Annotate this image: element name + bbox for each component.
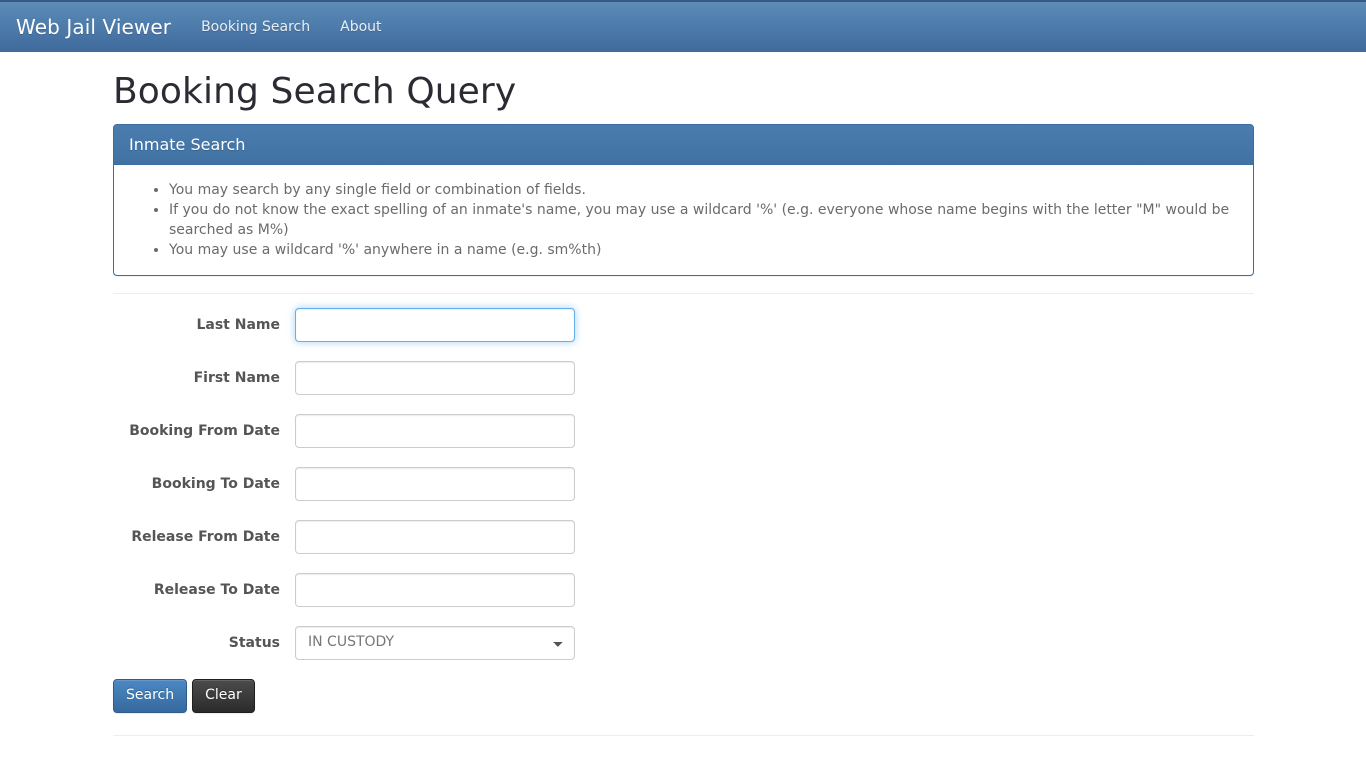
panel-title: Inmate Search: [129, 134, 246, 154]
label-first-name: First Name: [193, 369, 280, 386]
label-release-to-date: Release To Date: [153, 581, 280, 598]
field-wrapper-first-name: [295, 360, 575, 395]
nav-item-booking-search[interactable]: Booking Search: [186, 2, 325, 52]
nav-item-about[interactable]: About: [325, 2, 396, 52]
release-to-date-input[interactable]: [295, 572, 575, 607]
page-container: Booking Search Query Inmate Search You m…: [98, 72, 1268, 736]
nav-link-about[interactable]: About: [325, 2, 396, 52]
list-item: You may use a wildcard '%' anywhere in a…: [169, 240, 1238, 260]
divider-top: [113, 292, 1254, 294]
list-item: You may search by any single field or co…: [169, 180, 1238, 200]
nav-link-booking-search[interactable]: Booking Search: [186, 2, 325, 52]
divider-bottom: [113, 734, 1254, 736]
panel-heading: Inmate Search: [114, 124, 1253, 165]
release-from-date-input[interactable]: [295, 519, 575, 554]
last-name-input[interactable]: [295, 307, 575, 342]
label-release-from-date: Release From Date: [131, 528, 280, 545]
navbar-brand[interactable]: Web Jail Viewer: [0, 17, 186, 37]
clear-button[interactable]: Clear: [192, 678, 255, 713]
booking-search-form: Last Name First Name Booking From Date B…: [113, 307, 1253, 713]
label-last-name: Last Name: [196, 316, 280, 333]
field-wrapper-last-name: [295, 307, 575, 342]
form-row-first-name: First Name: [113, 360, 1253, 395]
form-row-booking-to-date: Booking To Date: [113, 466, 1253, 501]
form-row-status: Status IN CUSTODY: [113, 625, 1253, 660]
label-status: Status: [228, 634, 280, 651]
form-row-release-from-date: Release From Date: [113, 519, 1253, 554]
field-wrapper-booking-to-date: [295, 466, 575, 501]
label-booking-from-date: Booking From Date: [129, 422, 280, 439]
navbar-nav: Booking Search About: [186, 2, 396, 52]
main-navbar: Web Jail Viewer Booking Search About: [0, 0, 1366, 52]
field-wrapper-release-from-date: [295, 519, 575, 554]
panel-body: You may search by any single field or co…: [114, 165, 1253, 275]
status-select[interactable]: IN CUSTODY: [295, 625, 575, 660]
search-hints-list: You may search by any single field or co…: [129, 180, 1238, 260]
booking-from-date-input[interactable]: [295, 413, 575, 448]
form-row-release-to-date: Release To Date: [113, 572, 1253, 607]
field-wrapper-status: IN CUSTODY: [295, 625, 575, 660]
label-booking-to-date: Booking To Date: [151, 475, 280, 492]
booking-to-date-input[interactable]: [295, 466, 575, 501]
form-row-last-name: Last Name: [113, 307, 1253, 342]
form-row-booking-from-date: Booking From Date: [113, 413, 1253, 448]
form-button-row: Search Clear: [113, 678, 1253, 713]
search-button[interactable]: Search: [113, 678, 188, 713]
first-name-input[interactable]: [295, 360, 575, 395]
page-title: Booking Search Query: [113, 71, 517, 112]
field-wrapper-release-to-date: [295, 572, 575, 607]
inmate-search-panel: Inmate Search You may search by any sing…: [113, 123, 1254, 276]
field-wrapper-booking-from-date: [295, 413, 575, 448]
list-item: If you do not know the exact spelling of…: [169, 200, 1238, 240]
